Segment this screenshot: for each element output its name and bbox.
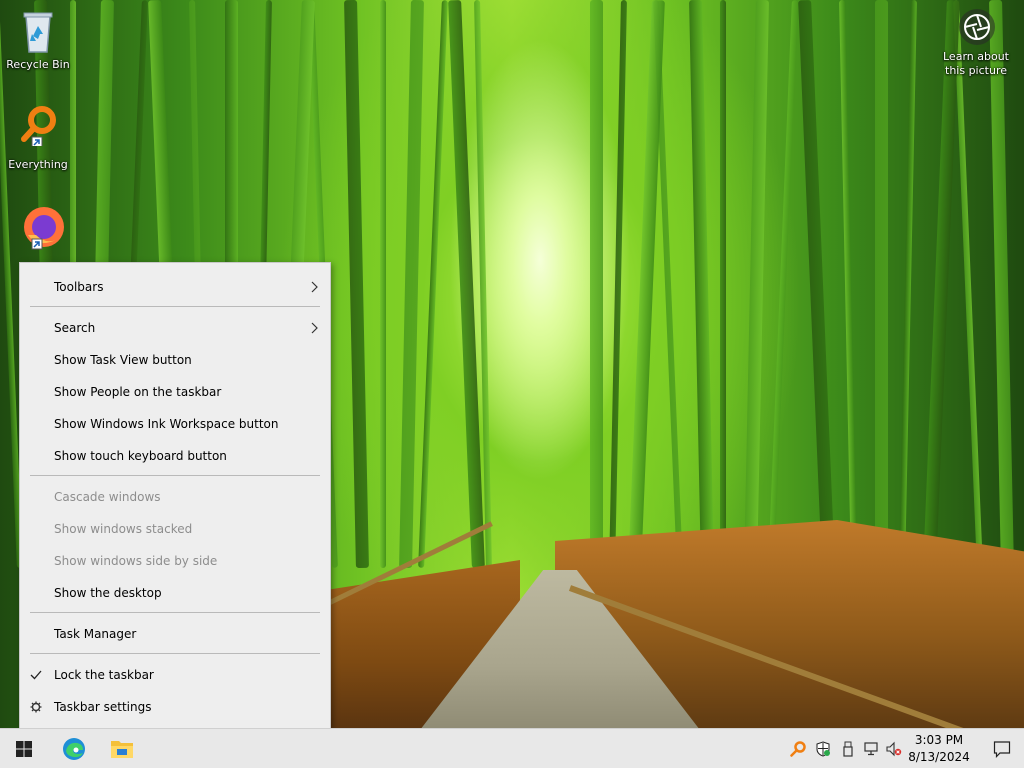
menu-item-show-touch-keyboard[interactable]: Show touch keyboard button	[20, 442, 330, 470]
learn-label-line2: this picture	[945, 64, 1007, 77]
menu-item-label: Show the desktop	[54, 586, 162, 600]
learn-label-line1: Learn about	[943, 50, 1009, 63]
clock-date: 8/13/2024	[908, 750, 970, 764]
menu-item-label: Show People on the taskbar	[54, 385, 222, 399]
usb-icon[interactable]	[840, 741, 856, 757]
clock-time: 3:03 PM	[914, 733, 964, 747]
menu-item-label: Cascade windows	[54, 490, 161, 504]
wallpaper-bamboo-trunk	[989, 0, 1014, 569]
action-center-button[interactable]	[980, 729, 1024, 769]
chevron-right-icon	[311, 322, 318, 334]
taskbar-file-explorer-button[interactable]	[100, 729, 144, 769]
edge-icon	[63, 738, 85, 760]
start-icon	[16, 741, 32, 757]
menu-item-label: Search	[54, 321, 96, 335]
menu-item-toolbars[interactable]: Toolbars	[20, 273, 330, 301]
wallpaper-bamboo-trunk	[875, 0, 888, 568]
menu-separator	[30, 306, 320, 307]
menu-item-taskbar-settings[interactable]: Taskbar settings	[20, 693, 330, 721]
menu-item-lock-taskbar[interactable]: Lock the taskbar	[20, 661, 330, 689]
menu-item-label: Lock the taskbar	[54, 668, 154, 682]
menu-item-label: Task Manager	[54, 627, 137, 641]
wallpaper-bamboo-trunk	[344, 0, 369, 569]
file-explorer-icon	[111, 741, 133, 758]
menu-separator	[30, 653, 320, 654]
desktop-icon-label: Recycle Bin	[6, 58, 70, 71]
desktop-icon-everything[interactable]: Everything	[0, 106, 76, 171]
menu-separator	[30, 612, 320, 613]
menu-item-show-people[interactable]: Show People on the taskbar	[20, 378, 330, 406]
desktop-icon-firefox[interactable]	[0, 205, 76, 250]
menu-separator	[30, 475, 320, 476]
wallpaper-bamboo-trunk	[720, 0, 726, 568]
menu-item-label: Show Windows Ink Workspace button	[54, 417, 279, 431]
wallpaper-bamboo-trunk	[689, 0, 714, 569]
wallpaper-bamboo-trunk	[380, 0, 386, 568]
desktop-icon-recycle-bin[interactable]: Recycle Bin	[0, 8, 76, 71]
camera-aperture-icon	[958, 8, 995, 45]
menu-item-label: Toolbars	[54, 280, 104, 294]
wallpaper-bamboo-trunk	[839, 0, 857, 569]
recycle-bin-icon	[18, 8, 58, 53]
desktop-icon-label: Everything	[8, 158, 68, 171]
wallpaper-bamboo-trunk	[399, 0, 424, 569]
menu-item-task-manager[interactable]: Task Manager	[20, 620, 330, 648]
menu-item-label: Show windows stacked	[54, 522, 193, 536]
menu-item-show-desktop[interactable]: Show the desktop	[20, 579, 330, 607]
firefox-icon	[18, 205, 64, 250]
wallpaper-bamboo-trunk	[418, 0, 448, 568]
gear-icon	[30, 701, 42, 713]
wallpaper-bamboo-trunk	[798, 0, 835, 569]
menu-item-label: Show touch keyboard button	[54, 449, 227, 463]
everything-tray-icon[interactable]	[790, 741, 806, 757]
menu-item-cascade-windows: Cascade windows	[20, 483, 330, 511]
wallpaper-bamboo-trunk	[768, 0, 798, 568]
menu-item-label: Taskbar settings	[54, 700, 152, 714]
learn-about-picture[interactable]: Learn about this picture	[936, 8, 1016, 78]
menu-item-label: Show windows side by side	[54, 554, 218, 568]
defender-icon[interactable]	[815, 741, 831, 757]
wallpaper-bamboo-trunk	[923, 0, 960, 569]
wallpaper-bamboo-trunk	[590, 0, 603, 568]
network-icon[interactable]	[864, 741, 880, 757]
wallpaper-bamboo-trunk	[899, 0, 917, 569]
everything-search-icon	[18, 106, 58, 148]
wallpaper-bamboo-trunk	[744, 0, 769, 569]
wallpaper-bamboo-trunk	[609, 0, 627, 569]
taskbar-clock[interactable]: 3:03 PM 8/13/2024	[900, 732, 978, 766]
wallpaper-bamboo-trunk	[953, 0, 983, 568]
menu-item-label: Show Task View button	[54, 353, 192, 367]
chevron-right-icon	[311, 281, 318, 293]
taskbar-edge-button[interactable]	[52, 729, 96, 769]
taskbar: 3:03 PM 8/13/2024	[0, 728, 1024, 768]
menu-item-show-ink-workspace[interactable]: Show Windows Ink Workspace button	[20, 410, 330, 438]
checkmark-icon	[30, 670, 42, 680]
menu-item-windows-side-by-side: Show windows side by side	[20, 547, 330, 575]
wallpaper-bamboo-trunk	[628, 0, 665, 569]
taskbar-context-menu: Toolbars Search Show Task View button Sh…	[19, 262, 331, 730]
menu-item-search[interactable]: Search	[20, 314, 330, 342]
menu-item-show-task-view[interactable]: Show Task View button	[20, 346, 330, 374]
notification-icon	[993, 741, 1011, 758]
start-button[interactable]	[2, 729, 46, 769]
menu-item-windows-stacked: Show windows stacked	[20, 515, 330, 543]
